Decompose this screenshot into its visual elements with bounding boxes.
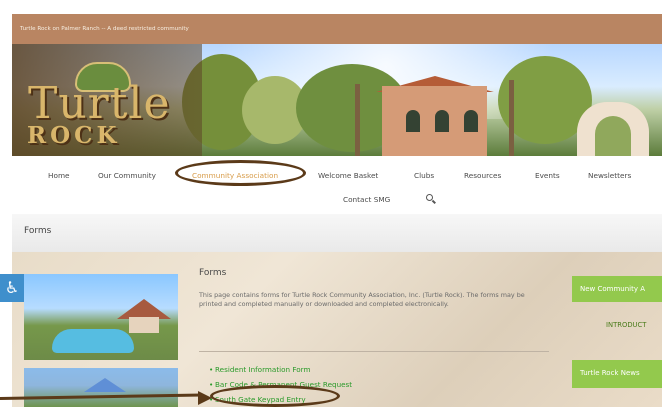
nav-events[interactable]: Events — [535, 171, 560, 180]
site-logo[interactable]: Turtle ROCK — [12, 44, 202, 156]
sidebar-card-news[interactable]: Turtle Rock News — [572, 360, 662, 388]
form-link-resident-info[interactable]: Resident Information Form — [215, 365, 310, 374]
page-title: Forms — [24, 226, 52, 236]
content-heading: Forms — [199, 268, 227, 278]
form-link-row[interactable]: • Resident Information Form — [209, 365, 310, 374]
pool-water — [52, 329, 134, 353]
pool-photo — [24, 274, 178, 360]
building-window — [464, 110, 478, 132]
annotation-arrow-head — [198, 391, 212, 405]
playground-photo — [24, 368, 178, 407]
nav-newsletters[interactable]: Newsletters — [588, 171, 631, 180]
site-tagline: Turtle Rock on Palmer Ranch -- A deed re… — [20, 26, 189, 32]
sidebar-card-title: Turtle Rock News — [580, 369, 640, 377]
highlight-circle-link — [210, 385, 340, 407]
highlight-circle-nav — [175, 160, 306, 186]
pool-cabana-roof — [117, 299, 171, 319]
search-icon[interactable] — [426, 194, 433, 201]
nav-our-community[interactable]: Our Community — [98, 171, 156, 180]
palm-trunk — [355, 84, 360, 156]
arch-opening — [595, 116, 631, 156]
content-divider — [199, 351, 549, 352]
hero-banner: Turtle ROCK — [12, 44, 662, 156]
nav-resources[interactable]: Resources — [464, 171, 501, 180]
header-bar: Turtle Rock on Palmer Ranch -- A deed re… — [12, 14, 662, 44]
nav-welcome-basket[interactable]: Welcome Basket — [318, 171, 378, 180]
sidebar-card-title: New Community A — [580, 285, 646, 293]
page-title-strip: Forms — [12, 214, 662, 252]
logo-line-2: ROCK — [27, 122, 121, 149]
pool-cabana — [129, 317, 159, 333]
nav-clubs[interactable]: Clubs — [414, 171, 434, 180]
sidebar-intro-link[interactable]: INTRODUCT — [606, 321, 646, 329]
accessibility-icon[interactable]: ♿ — [0, 274, 24, 302]
playground-shade — [84, 378, 126, 392]
building-window — [435, 110, 449, 132]
nav-home[interactable]: Home — [48, 171, 70, 180]
palm-trunk — [509, 80, 514, 156]
content-paragraph: This page contains forms for Turtle Rock… — [199, 291, 525, 309]
main-navigation: Home Our Community Community Association… — [12, 156, 662, 214]
building-window — [406, 110, 420, 132]
sidebar-card-new-community[interactable]: New Community A — [572, 276, 662, 302]
nav-contact-smg[interactable]: Contact SMG — [343, 195, 390, 204]
page-frame: Turtle Rock on Palmer Ranch -- A deed re… — [12, 0, 662, 407]
